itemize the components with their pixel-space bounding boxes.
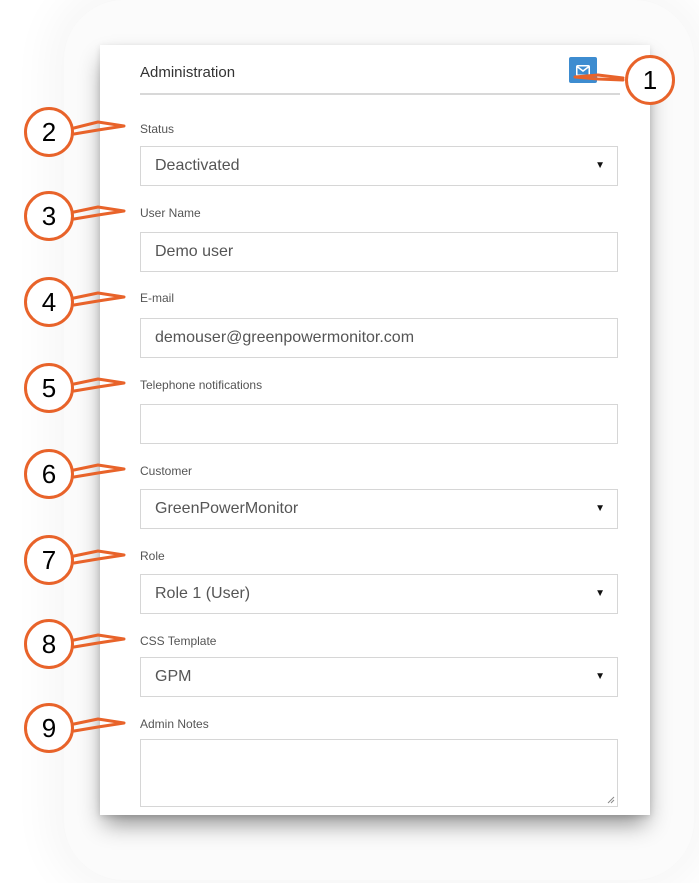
callout-2-pointer xyxy=(72,120,126,136)
callout-5: 5 xyxy=(24,363,74,413)
callout-9-pointer xyxy=(72,717,126,733)
callout-6-pointer xyxy=(72,463,126,479)
callout-2: 2 xyxy=(24,107,74,157)
callout-4: 4 xyxy=(24,277,74,327)
callout-3-pointer xyxy=(72,205,126,221)
callout-1: 1 xyxy=(625,55,675,105)
callout-8: 8 xyxy=(24,619,74,669)
callout-6: 6 xyxy=(24,449,74,499)
callout-1-pointer xyxy=(573,73,625,82)
callout-8-pointer xyxy=(72,633,126,649)
callout-7-pointer xyxy=(72,549,126,565)
callout-connectors xyxy=(72,73,625,733)
callout-9: 9 xyxy=(24,703,74,753)
callout-3: 3 xyxy=(24,191,74,241)
callout-7: 7 xyxy=(24,535,74,585)
callout-4-pointer xyxy=(72,291,126,307)
callout-5-pointer xyxy=(72,377,126,393)
